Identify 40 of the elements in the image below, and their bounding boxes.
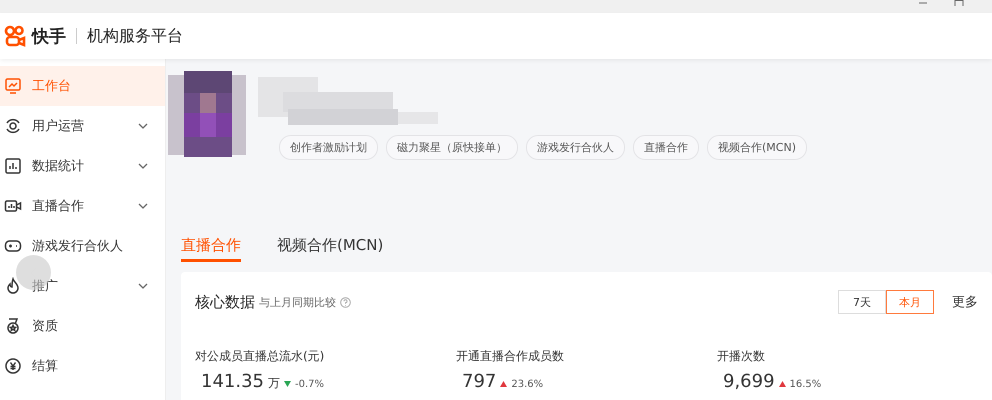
minimize-icon[interactable]: [918, 0, 928, 6]
more-link[interactable]: 更多: [952, 293, 978, 311]
metric-label: 对公成员直播总流水(元): [195, 348, 326, 365]
sidebar-item[interactable]: 推广: [0, 266, 165, 306]
logo-icon: [4, 25, 26, 47]
tag: 游戏发行合伙人: [526, 135, 625, 160]
monitor-icon: [4, 77, 22, 95]
target-icon: [4, 117, 22, 135]
metric-change: 23.6%: [511, 379, 544, 390]
chevron-down-icon: [138, 163, 148, 169]
tag: 创作者激励计划: [279, 135, 378, 160]
brand-name: 快手: [32, 26, 66, 48]
metric-value: 797: [462, 371, 496, 392]
sidebar-item[interactable]: 直播合作: [0, 186, 165, 226]
maximize-icon[interactable]: [954, 0, 964, 6]
metric-change: -0.7%: [294, 379, 324, 390]
chart-icon: [4, 157, 22, 175]
sidebar-item[interactable]: 游戏发行合伙人: [0, 226, 165, 266]
sidebar-item[interactable]: 用户运营: [0, 106, 165, 146]
metric-unit: 万: [268, 375, 280, 392]
metric-label: 开通直播合作成员数: [456, 348, 565, 365]
chevron-down-icon: [138, 283, 148, 289]
sidebar-item[interactable]: 结算: [0, 346, 165, 386]
tag: 直播合作: [633, 135, 699, 160]
chevron-down-icon: [138, 203, 148, 209]
metric-label: 开播次数: [717, 348, 766, 365]
card-title: 核心数据: [195, 292, 255, 312]
yen-icon: [4, 357, 22, 375]
chevron-down-icon: [138, 123, 148, 129]
card-subtitle: 与上月同期比较: [259, 294, 336, 310]
sidebar-item[interactable]: 资质: [0, 306, 165, 346]
platform-title: 机构服务平台: [87, 26, 183, 46]
tag: 磁力聚星（原快接单）: [386, 135, 518, 160]
metric-value: 141.35: [201, 371, 264, 392]
metric-value: 9,699: [723, 371, 775, 392]
sidebar-item[interactable]: 数据统计: [0, 146, 165, 186]
tab[interactable]: 视频合作(MCN): [277, 236, 384, 262]
range-button[interactable]: 7天: [838, 290, 886, 314]
metric-change: 16.5%: [790, 379, 822, 390]
tag: 视频合作(MCN): [707, 135, 807, 160]
